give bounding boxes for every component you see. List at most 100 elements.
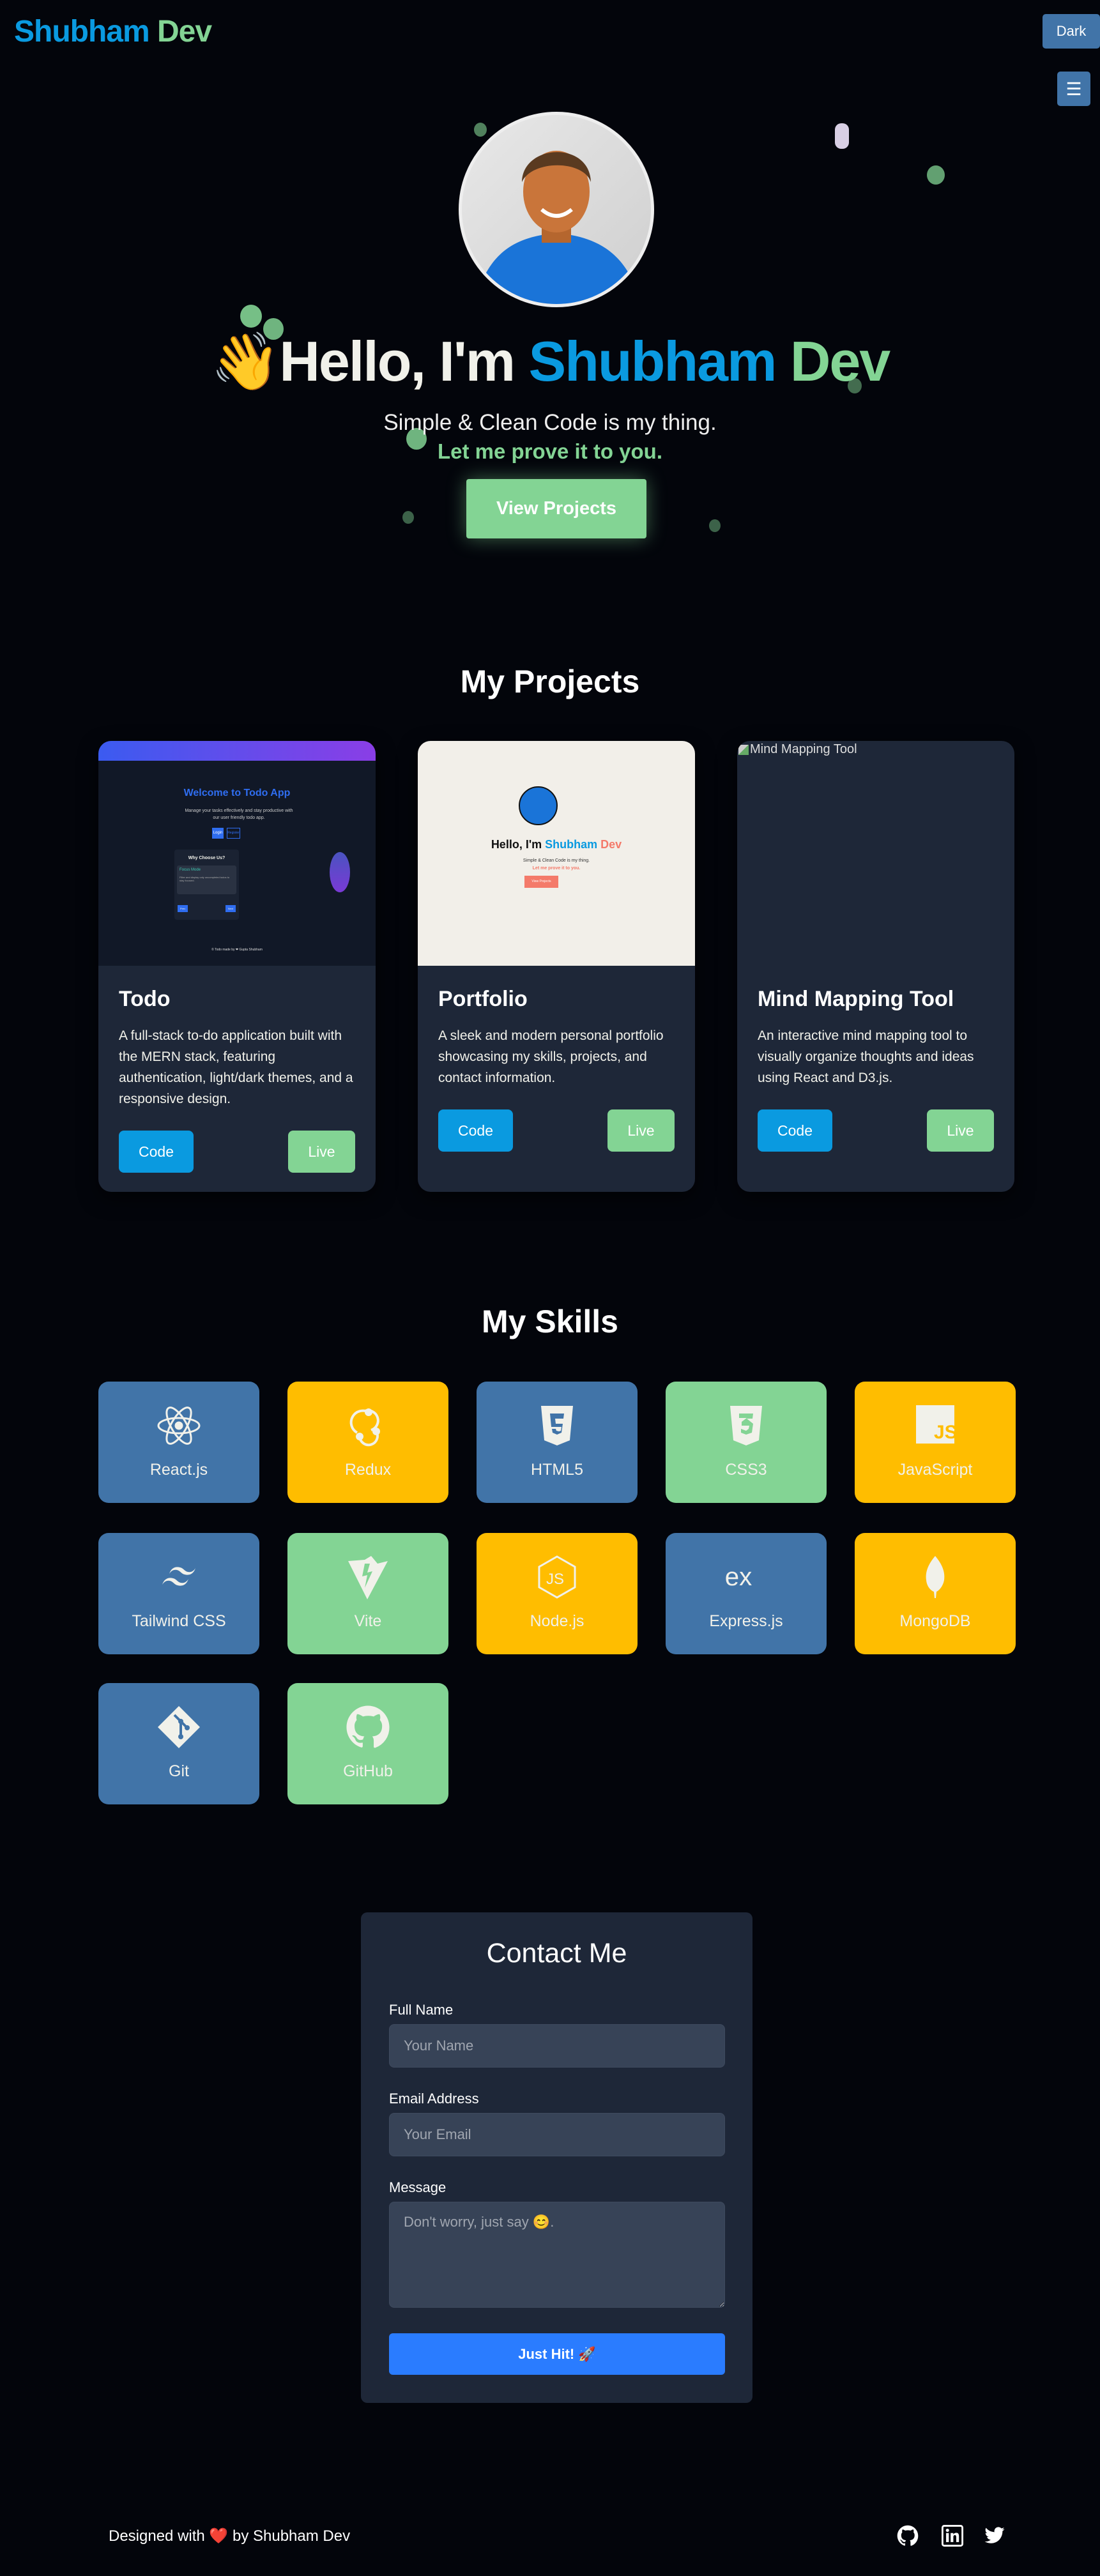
decor-dot bbox=[402, 511, 414, 524]
code-button[interactable]: Code bbox=[119, 1131, 194, 1173]
preview-heading: Welcome to Todo App bbox=[183, 788, 291, 798]
footer-text-before: Designed with bbox=[109, 2527, 205, 2545]
linkedin-icon[interactable] bbox=[942, 2525, 963, 2547]
project-description: A full-stack to-do application built wit… bbox=[119, 1028, 353, 1106]
contact-title: Contact Me bbox=[486, 1938, 627, 1969]
decor-dot bbox=[240, 305, 262, 328]
express-icon: ex bbox=[724, 1555, 768, 1599]
preview-tagline: Let me prove it to you. bbox=[532, 866, 581, 871]
image-alt-text: Mind Mapping Tool bbox=[750, 742, 857, 756]
preview-feature: Focus Mode bbox=[180, 868, 201, 872]
preview-text: Manage your tasks effectively and stay p… bbox=[185, 809, 293, 820]
projects-title: My Projects bbox=[460, 664, 640, 699]
skill-tile-redux: Redux bbox=[287, 1382, 448, 1503]
wave-icon: 👋 bbox=[210, 330, 281, 393]
email-label: Email Address bbox=[389, 2091, 479, 2107]
skill-label: Git bbox=[169, 1762, 189, 1780]
heart-icon: ❤️ bbox=[209, 2527, 229, 2545]
skill-tile-html5: HTML5 bbox=[477, 1382, 638, 1503]
full-name-input[interactable] bbox=[389, 2024, 725, 2068]
skill-tile-node-js: JS Node.js bbox=[477, 1533, 638, 1654]
theme-toggle-button[interactable]: Dark bbox=[1043, 14, 1100, 49]
skill-label: CSS3 bbox=[725, 1461, 767, 1479]
preview-feature-text: Filter and display only uncompleted todo… bbox=[180, 876, 230, 882]
project-title: Todo bbox=[119, 987, 171, 1011]
message-label: Message bbox=[389, 2179, 447, 2195]
footer-text-after: by Shubham Dev bbox=[232, 2527, 351, 2545]
skill-tile-vite: Vite bbox=[287, 1533, 448, 1654]
skill-label: Redux bbox=[344, 1461, 392, 1479]
preview-name-second: Dev bbox=[600, 838, 622, 851]
skill-label: React.js bbox=[149, 1461, 208, 1479]
broken-image-icon bbox=[738, 744, 749, 755]
svg-text:ex: ex bbox=[725, 1562, 752, 1591]
contact-form: Contact Me Full Name Email Address Messa… bbox=[361, 1912, 752, 2403]
mongodb-icon bbox=[913, 1555, 958, 1599]
project-preview-portfolio: Hello, I'm Shubham Dev Simple & Clean Co… bbox=[418, 741, 695, 966]
github-icon[interactable] bbox=[897, 2525, 919, 2547]
project-card-portfolio: Hello, I'm Shubham Dev Simple & Clean Co… bbox=[418, 741, 695, 1192]
email-input[interactable] bbox=[389, 2113, 725, 2156]
skill-tile-javascript: JS JavaScript bbox=[855, 1382, 1016, 1503]
project-card-todo: Welcome to Todo App Manage your tasks ef… bbox=[98, 741, 376, 1192]
decor-dot bbox=[474, 123, 487, 137]
submit-button[interactable]: Just Hit! 🚀 bbox=[389, 2333, 725, 2375]
menu-icon[interactable]: ☰ bbox=[1057, 72, 1090, 106]
nodejs-icon: JS bbox=[535, 1555, 579, 1599]
greeting-text: Hello, I'm bbox=[279, 330, 516, 393]
skill-label: Express.js bbox=[709, 1612, 783, 1630]
profile-avatar bbox=[459, 112, 654, 307]
skill-label: HTML5 bbox=[531, 1461, 583, 1479]
skill-tile-tailwind-css: Tailwind CSS bbox=[98, 1533, 259, 1654]
twitter-icon[interactable] bbox=[984, 2525, 1005, 2547]
site-logo[interactable]: Shubham Dev bbox=[14, 14, 212, 49]
footer-credit: Designed with ❤️ by Shubham Dev bbox=[109, 2527, 350, 2545]
preview-greeting: Hello, I'm bbox=[491, 838, 542, 851]
project-preview-broken: Mind Mapping Tool bbox=[737, 741, 1014, 966]
decor-dot bbox=[709, 519, 721, 532]
project-title: Portfolio bbox=[438, 987, 528, 1011]
preview-login: Login bbox=[212, 828, 224, 839]
logo-first: Shubham bbox=[14, 15, 150, 49]
preview-name-first: Shubham bbox=[545, 838, 598, 851]
skill-tile-mongodb: MongoDB bbox=[855, 1533, 1016, 1654]
skill-label: Tailwind CSS bbox=[132, 1612, 226, 1630]
skill-label: Vite bbox=[354, 1612, 382, 1630]
live-button[interactable]: Live bbox=[607, 1109, 675, 1152]
skill-tile-react-js: React.js bbox=[98, 1382, 259, 1503]
name-second: Dev bbox=[790, 330, 890, 393]
mouse-icon bbox=[835, 123, 849, 149]
skill-label: JavaScript bbox=[898, 1461, 973, 1479]
skill-label: Node.js bbox=[530, 1612, 584, 1630]
project-card-mind-mapping: Mind Mapping Tool Mind Mapping Tool An i… bbox=[737, 741, 1014, 1192]
redux-icon bbox=[346, 1403, 390, 1448]
project-description: A sleek and modern personal portfolio sh… bbox=[438, 1028, 664, 1085]
live-button[interactable]: Live bbox=[927, 1109, 994, 1152]
view-projects-button[interactable]: View Projects bbox=[466, 479, 646, 538]
decor-dot bbox=[927, 165, 945, 185]
preview-next: Next bbox=[225, 905, 236, 912]
logo-second: Dev bbox=[157, 15, 212, 49]
preview-register: Register bbox=[227, 828, 240, 839]
preview-why: Why Choose Us? bbox=[188, 856, 225, 860]
full-name-label: Full Name bbox=[389, 2002, 454, 2018]
hero-tagline: Let me prove it to you. bbox=[437, 439, 663, 463]
git-icon bbox=[157, 1705, 201, 1749]
hero-subtitle: Simple & Clean Code is my thing. bbox=[383, 410, 717, 435]
skills-title: My Skills bbox=[482, 1304, 618, 1339]
live-button[interactable]: Live bbox=[288, 1131, 355, 1173]
code-button[interactable]: Code bbox=[758, 1109, 832, 1152]
project-preview-todo: Welcome to Todo App Manage your tasks ef… bbox=[98, 741, 376, 966]
tailwind-icon bbox=[157, 1555, 201, 1599]
vite-icon bbox=[346, 1555, 390, 1599]
skill-tile-express-js: ex Express.js bbox=[666, 1533, 827, 1654]
skill-tile-git: Git bbox=[98, 1683, 259, 1804]
hero-heading: 👋Hello, I'm Shubham Dev bbox=[0, 329, 1100, 395]
javascript-icon: JS bbox=[913, 1403, 958, 1448]
html5-icon bbox=[535, 1403, 579, 1448]
message-textarea[interactable] bbox=[389, 2202, 725, 2308]
project-title: Mind Mapping Tool bbox=[758, 987, 954, 1011]
preview-prev: Prev bbox=[178, 905, 188, 912]
code-button[interactable]: Code bbox=[438, 1109, 513, 1152]
svg-text:JS: JS bbox=[934, 1422, 958, 1443]
